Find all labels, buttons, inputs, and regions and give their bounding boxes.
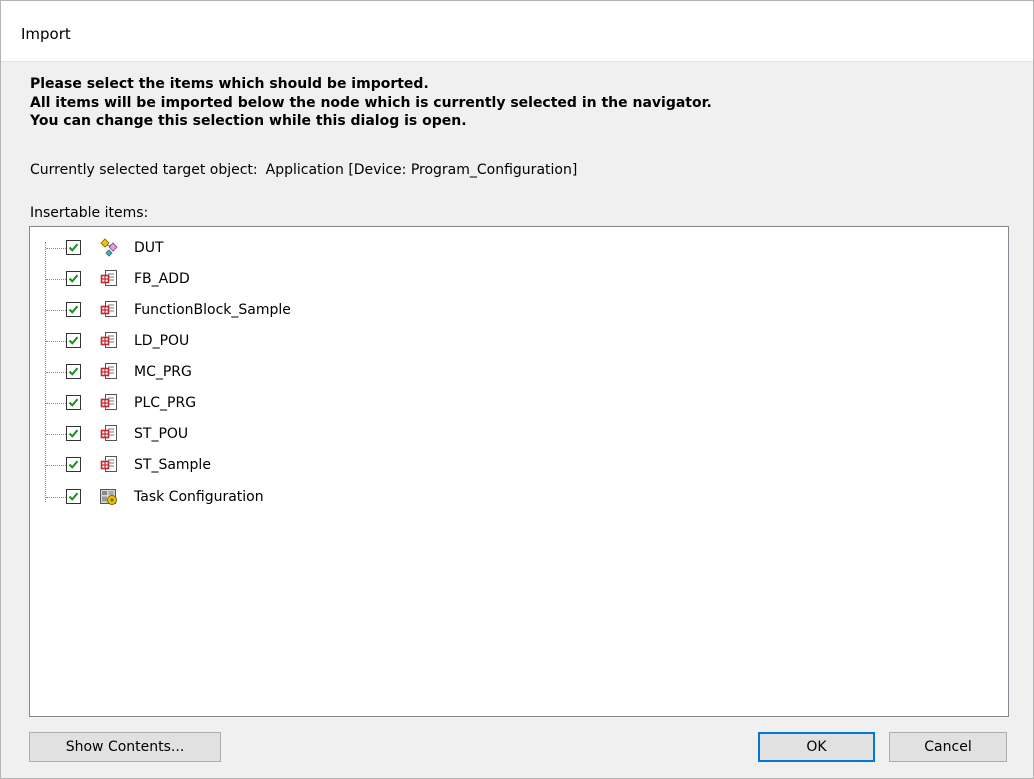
check-mark-icon bbox=[68, 274, 79, 283]
check-mark-icon bbox=[68, 243, 79, 252]
checkbox[interactable] bbox=[66, 302, 81, 317]
checkbox[interactable] bbox=[66, 457, 81, 472]
instruction-line: Please select the items which should be … bbox=[30, 76, 429, 92]
tree-item-dut[interactable]: DUT bbox=[30, 233, 1008, 264]
checkbox[interactable] bbox=[66, 240, 81, 255]
pou-icon bbox=[100, 363, 117, 379]
insertable-items-tree[interactable]: DUT FB_ADD FunctionBlock_Sample LD_POU M… bbox=[29, 226, 1009, 717]
check-mark-icon bbox=[68, 429, 79, 438]
checkbox[interactable] bbox=[66, 271, 81, 286]
window-title: Import bbox=[21, 25, 71, 43]
tree-item-label: ST_Sample bbox=[134, 457, 211, 473]
instruction-line: All items will be imported below the nod… bbox=[30, 94, 712, 111]
tree-item-st-pou[interactable]: ST_POU bbox=[30, 419, 1008, 450]
target-object-value: Application [Device: Program_Configurati… bbox=[265, 162, 578, 178]
tree-connector bbox=[46, 341, 66, 342]
cancel-button[interactable]: Cancel bbox=[889, 732, 1007, 762]
tree-item-label: DUT bbox=[134, 240, 164, 256]
task-configuration-icon bbox=[100, 489, 117, 505]
tree-item-functionblock-sample[interactable]: FunctionBlock_Sample bbox=[30, 295, 1008, 326]
pou-icon bbox=[100, 394, 117, 410]
tree-item-st-sample[interactable]: ST_Sample bbox=[30, 450, 1008, 481]
tree-connector bbox=[46, 310, 66, 311]
tree-item-label: ST_POU bbox=[134, 426, 189, 442]
checkbox[interactable] bbox=[66, 395, 81, 410]
tree-item-label: PLC_PRG bbox=[134, 395, 197, 411]
tree-item-label: FunctionBlock_Sample bbox=[134, 302, 291, 318]
tree-connector bbox=[46, 434, 66, 435]
tree-connector bbox=[46, 497, 66, 498]
tree-item-label: FB_ADD bbox=[134, 271, 190, 287]
instruction-line: You can change this selection while this… bbox=[30, 113, 467, 129]
dut-icon bbox=[100, 238, 118, 257]
check-mark-icon bbox=[68, 336, 79, 345]
checkbox[interactable] bbox=[66, 489, 81, 504]
pou-icon bbox=[100, 270, 117, 286]
tree-connector bbox=[46, 465, 66, 466]
tree-item-task-configuration[interactable]: Task Configuration bbox=[30, 482, 1008, 513]
tree-connector bbox=[46, 403, 66, 404]
title-bar[interactable]: Import bbox=[1, 1, 1033, 62]
import-dialog: Import Please select the items which sho… bbox=[0, 0, 1034, 779]
tree-item-plc-prg[interactable]: PLC_PRG bbox=[30, 388, 1008, 419]
tree-item-ld-pou[interactable]: LD_POU bbox=[30, 326, 1008, 357]
pou-icon bbox=[100, 425, 117, 441]
ok-button[interactable]: OK bbox=[758, 732, 875, 762]
tree-connector bbox=[46, 248, 66, 249]
tree-item-label: LD_POU bbox=[134, 333, 190, 349]
check-mark-icon bbox=[68, 305, 79, 314]
show-contents-button[interactable]: Show Contents... bbox=[29, 732, 221, 762]
insertable-items-label: Insertable items: bbox=[30, 205, 149, 221]
tree-connector bbox=[46, 372, 66, 373]
target-object-row: Currently selected target object: Applica… bbox=[30, 161, 577, 179]
tree-item-label: Task Configuration bbox=[134, 489, 264, 505]
pou-icon bbox=[100, 301, 117, 317]
tree-item-mc-prg[interactable]: MC_PRG bbox=[30, 357, 1008, 388]
pou-icon bbox=[100, 332, 117, 348]
checkbox[interactable] bbox=[66, 333, 81, 348]
check-mark-icon bbox=[68, 460, 79, 469]
check-mark-icon bbox=[68, 398, 79, 407]
check-mark-icon bbox=[68, 492, 79, 501]
checkbox[interactable] bbox=[66, 426, 81, 441]
instructions: Please select the items which should be … bbox=[30, 75, 712, 131]
tree-item-fb-add[interactable]: FB_ADD bbox=[30, 264, 1008, 295]
target-object-label: Currently selected target object: bbox=[30, 162, 258, 178]
checkbox[interactable] bbox=[66, 364, 81, 379]
check-mark-icon bbox=[68, 367, 79, 376]
tree-item-label: MC_PRG bbox=[134, 364, 192, 380]
pou-icon bbox=[100, 456, 117, 472]
tree-connector bbox=[46, 279, 66, 280]
